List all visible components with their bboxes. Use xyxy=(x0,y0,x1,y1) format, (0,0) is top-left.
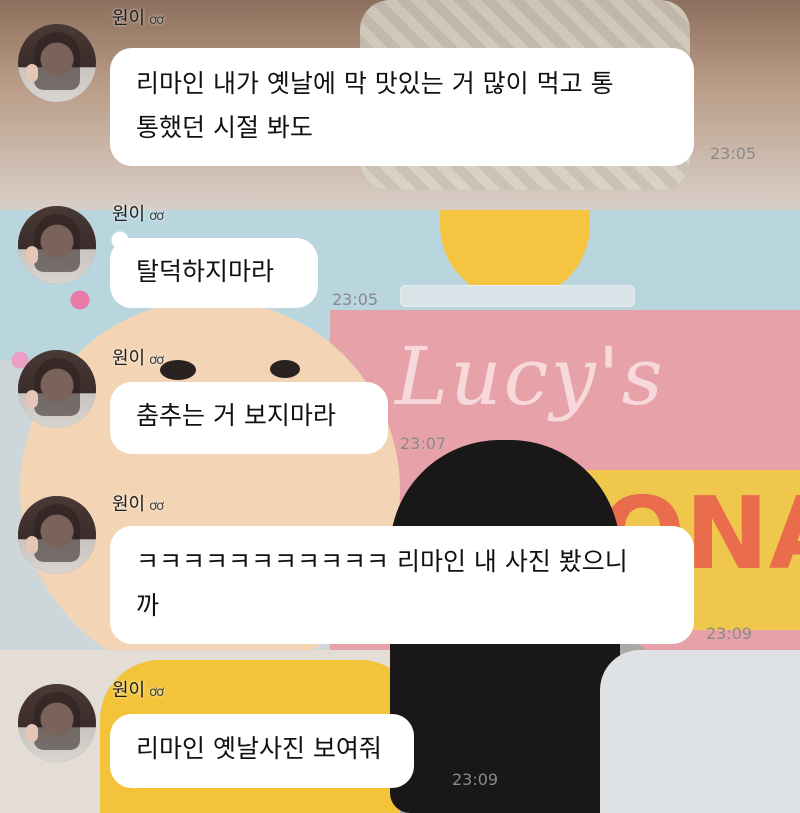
avatar[interactable] xyxy=(18,206,96,284)
sign-text: Lucy's xyxy=(395,330,665,423)
message-bubble[interactable]: 리마인 옛날사진 보여줘 xyxy=(110,714,414,788)
message-bubble[interactable]: 탈덕하지마라 xyxy=(110,238,318,308)
sender-badge-icon: ơơ xyxy=(149,13,164,28)
sender-name: 원이 ơơ xyxy=(112,680,164,701)
avatar[interactable] xyxy=(18,496,96,574)
message-time: 23:09 xyxy=(452,770,499,789)
sender-badge-icon: ơơ xyxy=(149,209,164,224)
sender-name: 원이 ơơ xyxy=(112,8,164,29)
sender-badge-icon: ơơ xyxy=(149,353,164,368)
avatar[interactable] xyxy=(18,350,96,428)
message-bubble[interactable]: ㅋㅋㅋㅋㅋㅋㅋㅋㅋㅋㅋ 리마인 내 사진 봤으니 까 xyxy=(110,526,694,644)
sender-name: 원이 ơơ xyxy=(112,348,164,369)
sender-badge-icon: ơơ xyxy=(149,499,164,514)
message-time: 23:05 xyxy=(332,290,379,309)
sender-badge-icon: ơơ xyxy=(149,685,164,700)
message-time: 23:07 xyxy=(400,434,447,453)
message-bubble[interactable]: 춤추는 거 보지마라 xyxy=(110,382,388,454)
sender-name: 원이 ơơ xyxy=(112,494,164,515)
message-time: 23:05 xyxy=(710,144,757,163)
avatar[interactable] xyxy=(18,684,96,762)
avatar[interactable] xyxy=(18,24,96,102)
message-time: 23:09 xyxy=(706,624,753,643)
message-bubble[interactable]: 리마인 내가 옛날에 막 맛있는 거 많이 먹고 통 통했던 시절 봐도 xyxy=(110,48,694,166)
sender-name: 원이 ơơ xyxy=(112,204,164,225)
